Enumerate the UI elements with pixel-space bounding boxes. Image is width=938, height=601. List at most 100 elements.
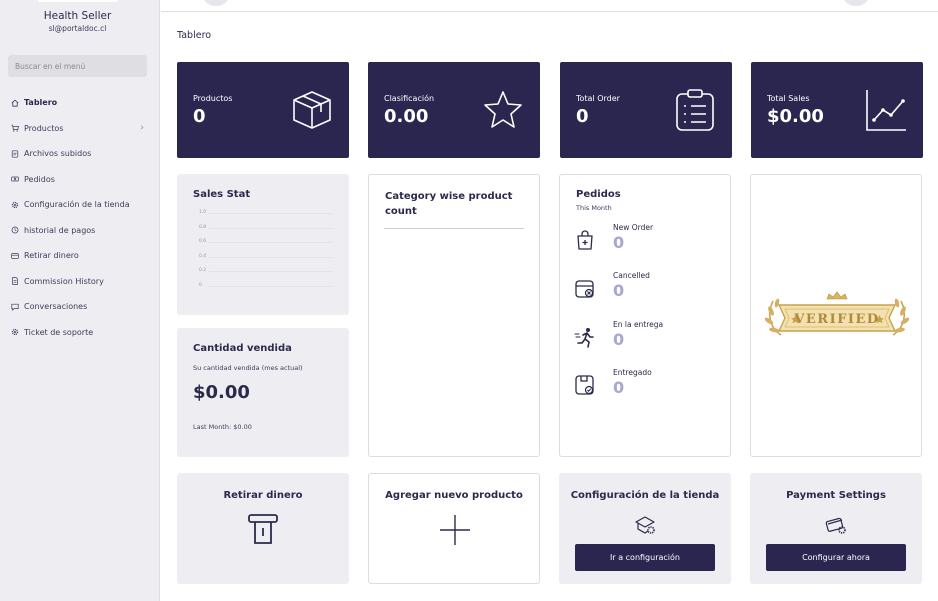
verified-text: VERIFIED [793,312,879,327]
stat-label: Total Sales [767,94,810,103]
order-row-delivery: En la entrega 0 [574,320,724,364]
verified-badge: VERIFIED [765,291,909,336]
stat-label: Productos [193,94,233,103]
sales-stat-title: Sales Stat [193,189,251,200]
verified-card: VERIFIED [750,174,922,457]
order-value: 0 [613,330,625,349]
divider [384,228,524,229]
stat-card-clasificacion: Clasificación 0.00 [368,62,540,158]
box-icon [293,91,331,129]
withdraw-icon [248,514,278,544]
go-to-settings-button[interactable]: Ir a configuración [575,544,715,571]
wallet-icon [11,252,19,260]
order-value: 0 [613,378,625,397]
gear-icon [11,328,19,336]
stat-value: 0 [193,106,206,127]
stat-value: 0.00 [384,106,429,127]
home-icon [11,99,19,107]
order-row-delivered: Entregado 0 [574,368,724,412]
add-product-card[interactable]: Agregar nuevo producto [368,473,540,584]
sidebar: Health Seller sl@portaldoc.cl Tablero Pr… [0,0,160,601]
delivered-box-icon [575,375,594,395]
sold-last-month: Last Month: $0.00 [193,423,252,431]
shop-settings-title: Configuración de la tienda [570,490,720,501]
payment-settings-card: Payment Settings Configurar ahora [750,473,922,584]
add-product-title: Agregar nuevo producto [385,490,523,501]
bag-plus-icon [577,230,593,250]
topbar [161,0,938,12]
shop-gear-icon [635,516,655,534]
sidebar-item-soporte[interactable]: Ticket de soporte [0,320,160,346]
line-chart-icon [866,90,906,131]
stat-value: $0.00 [767,106,824,127]
y-tick-label: 1.0 [199,210,207,215]
stat-label: Total Order [576,94,620,103]
gridline [209,271,332,273]
order-label: En la entrega [613,320,664,329]
folder-icon [11,150,19,158]
orders-card: Pedidos This Month New Order 0 Cancelled… [559,174,731,457]
money-icon [11,175,19,183]
sold-value: $0.00 [193,382,250,403]
shop-email: sl@portaldoc.cl [48,24,107,33]
sidebar-item-label: Tablero [24,98,58,108]
stat-card-total-sales: Total Sales $0.00 [751,62,923,158]
gridline [209,256,332,258]
gridline [209,213,332,214]
cancel-box-icon [575,280,594,298]
logo [38,0,118,2]
y-tick-label: 0.8 [199,224,207,230]
stat-card-total-order: Total Order 0 [560,62,732,158]
stat-label: Clasificación [384,94,435,103]
stat-card-productos: Productos 0 [177,62,349,158]
order-label: Entregado [613,368,652,377]
plus-icon [440,515,470,545]
user-avatar[interactable] [843,0,869,6]
sidebar-item-label: Productos [24,123,64,133]
sidebar-item-retirar[interactable]: Retirar dinero [0,243,160,269]
sales-stat-card: Sales Stat 1.0 0.8 0.6 0.4 0.2 0 [177,174,349,315]
gridline [209,242,332,244]
star-icon [484,91,522,128]
orders-subtitle: This Month [576,204,612,212]
sold-title: Cantidad vendida [193,343,292,354]
sold-amount-card: Cantidad vendida Su cantidad vendida (me… [177,328,349,457]
sidebar-item-commission[interactable]: Commission History [0,269,160,295]
shop-settings-card: Configuración de la tienda Ir a configur… [559,473,731,584]
sidebar-item-tablero[interactable]: Tablero [0,90,160,116]
y-tick-label: 0.2 [199,268,207,274]
sidebar-item-label: historial de pagos [24,225,96,235]
chevron-right-icon: › [140,123,144,134]
document-icon [11,277,19,285]
cart-icon [11,124,19,132]
order-label: Cancelled [613,271,650,280]
configure-now-button[interactable]: Configurar ahora [766,544,906,571]
sidebar-item-label: Conversaciones [24,302,88,312]
page-title: Tablero [177,30,212,41]
menu-search-input[interactable] [8,55,147,77]
order-row-cancelled: Cancelled 0 [574,271,724,315]
sidebar-item-label: Commission History [24,276,104,286]
order-row-new: New Order 0 [574,223,724,267]
runner-icon [574,328,594,348]
order-value: 0 [613,233,625,252]
sidebar-item-productos[interactable]: Productos › [0,116,160,142]
payment-settings-title: Payment Settings [786,490,886,501]
y-tick-label: 0.6 [199,239,207,245]
category-title: Category wise product count [385,191,513,217]
sidebar-item-pedidos[interactable]: Pedidos [0,167,160,193]
order-label: New Order [613,223,654,232]
orders-title: Pedidos [576,189,621,200]
chat-icon [11,303,19,311]
sidebar-menu: Tablero Productos › Archivos subidos Ped… [0,90,160,345]
sidebar-item-configuracion[interactable]: Configuración de la tienda [0,192,160,218]
shop-name: Health Seller [43,10,112,22]
sidebar-item-conversaciones[interactable]: Conversaciones [0,294,160,320]
sidebar-item-archivos[interactable]: Archivos subidos [0,141,160,167]
withdraw-card[interactable]: Retirar dinero [177,473,349,584]
menu-toggle-button[interactable] [203,0,229,6]
stat-value: 0 [576,106,589,127]
sidebar-item-label: Configuración de la tienda [24,200,130,210]
sidebar-item-historial[interactable]: historial de pagos [0,218,160,244]
y-tick-label: 0 [199,283,202,288]
